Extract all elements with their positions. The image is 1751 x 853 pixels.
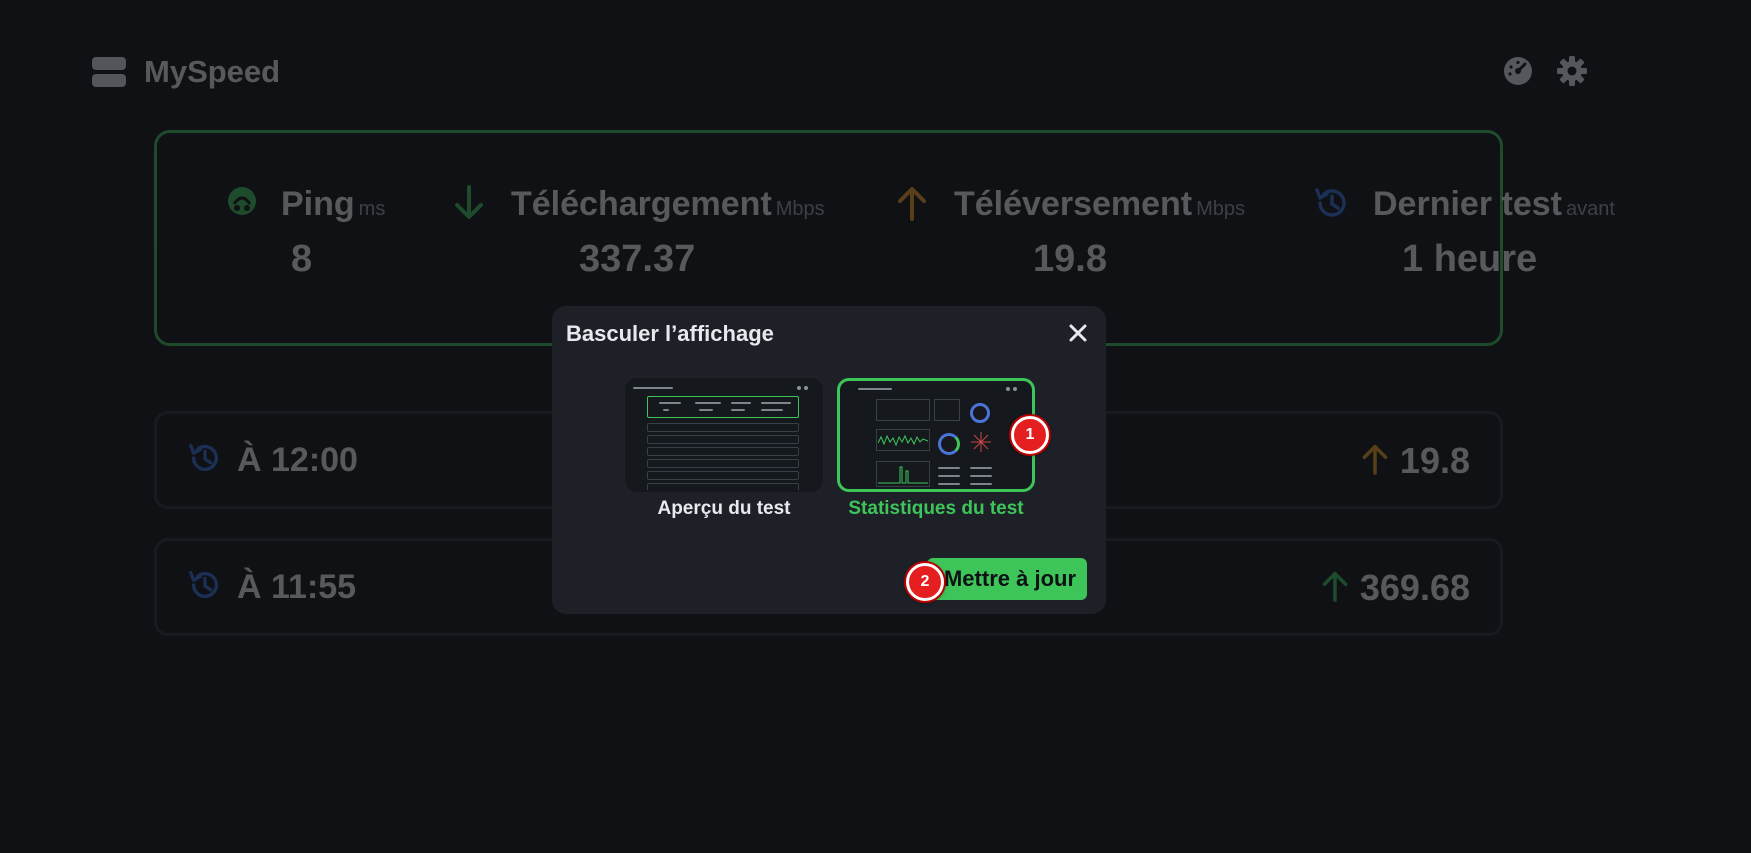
ping-icon <box>225 184 263 222</box>
speedometer-icon[interactable] <box>1502 55 1534 87</box>
view-option-overview-label[interactable]: Aperçu du test <box>625 498 823 520</box>
view-option-statistics-label[interactable]: Statistiques du test <box>837 498 1035 520</box>
step-marker-1: 1 <box>1011 416 1049 454</box>
upload-arrow-icon <box>1360 441 1390 482</box>
stat-download-value: 337.37 <box>579 238 696 280</box>
test-speed: 19.8 <box>1399 440 1470 481</box>
download-arrow-icon <box>452 184 490 222</box>
update-button[interactable]: Mettre à jour <box>927 558 1087 600</box>
test-row-time: À 12:00 <box>187 440 358 481</box>
stat-unit: avant <box>1565 198 1615 220</box>
statistics-preview-thumbnail <box>840 381 1032 489</box>
stat-unit: Mbps <box>1196 198 1246 220</box>
gear-icon[interactable] <box>1556 55 1588 87</box>
test-row-time: À 11:55 <box>187 567 356 608</box>
stat-unit: Mbps <box>775 198 825 220</box>
app-title: MySpeed <box>144 54 281 89</box>
history-icon <box>1313 184 1351 222</box>
test-row-speed: 19.8 <box>1360 440 1470 482</box>
overview-preview-thumbnail <box>627 380 821 490</box>
close-icon[interactable] <box>1067 322 1089 344</box>
stat-last-test-header: Dernier test avant <box>1373 185 1615 224</box>
up-arrow-icon <box>1320 568 1350 609</box>
stat-last-test-value: 1 heure <box>1402 238 1538 280</box>
stat-upload-value: 19.8 <box>1033 238 1107 280</box>
view-option-statistics[interactable] <box>837 378 1035 492</box>
test-row-speed: 369.68 <box>1320 567 1470 609</box>
stat-unit: ms <box>358 198 386 220</box>
upload-arrow-icon <box>895 184 933 222</box>
stat-label: Dernier test <box>1373 185 1562 223</box>
stat-ping-header: Ping ms <box>281 185 385 224</box>
stat-label: Ping <box>281 185 355 223</box>
app-header: MySpeed <box>92 50 280 94</box>
test-time: À 12:00 <box>237 441 358 479</box>
test-speed: 369.68 <box>1359 567 1470 608</box>
view-option-overview[interactable] <box>625 378 823 492</box>
history-icon <box>187 567 223 608</box>
stat-ping-value: 8 <box>291 238 313 280</box>
stat-download-header: Téléchargement Mbps <box>511 185 825 224</box>
test-time: À 11:55 <box>237 568 357 606</box>
stat-upload-header: Téléversement Mbps <box>954 185 1245 224</box>
history-icon <box>187 440 223 481</box>
stat-label: Téléversement <box>954 185 1193 223</box>
toggle-view-dialog: Basculer l’affichage Aperçu du test Stat… <box>552 306 1106 614</box>
dialog-title: Basculer l’affichage <box>566 321 774 346</box>
stat-label: Téléchargement <box>511 185 772 223</box>
step-marker-2: 2 <box>906 563 944 601</box>
server-logo-icon <box>92 57 126 87</box>
header-actions <box>1502 55 1588 87</box>
